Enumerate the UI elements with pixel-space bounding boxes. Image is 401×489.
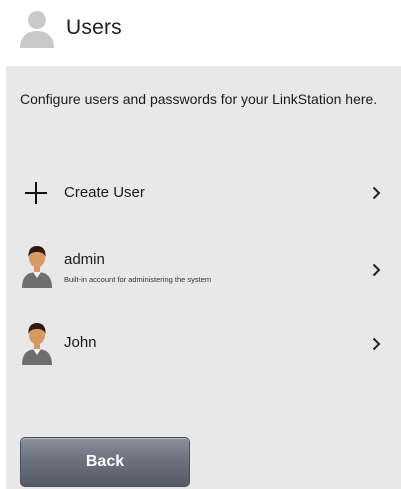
chevron-right-icon (372, 263, 381, 277)
user-avatar-icon (22, 323, 52, 365)
plus-icon (25, 182, 47, 204)
create-user-row[interactable]: Create User (6, 168, 401, 218)
user-name-label: John (64, 334, 97, 351)
intro-text: Configure users and passwords for your L… (20, 91, 378, 107)
user-row-john[interactable]: John (6, 315, 401, 375)
users-page: Users Configure users and passwords for … (0, 0, 401, 489)
user-avatar-icon (22, 246, 52, 288)
user-silhouette-icon (20, 11, 54, 48)
back-button[interactable]: Back (20, 437, 190, 487)
chevron-right-icon (372, 186, 381, 200)
page-title: Users (66, 16, 122, 39)
user-row-admin[interactable]: admin Built-in account for administering… (6, 240, 401, 300)
user-description: Built-in account for administering the s… (64, 275, 212, 284)
create-user-label: Create User (64, 184, 145, 201)
user-name-label: admin (64, 251, 105, 268)
chevron-right-icon (372, 337, 381, 351)
page-header: Users (0, 0, 401, 62)
